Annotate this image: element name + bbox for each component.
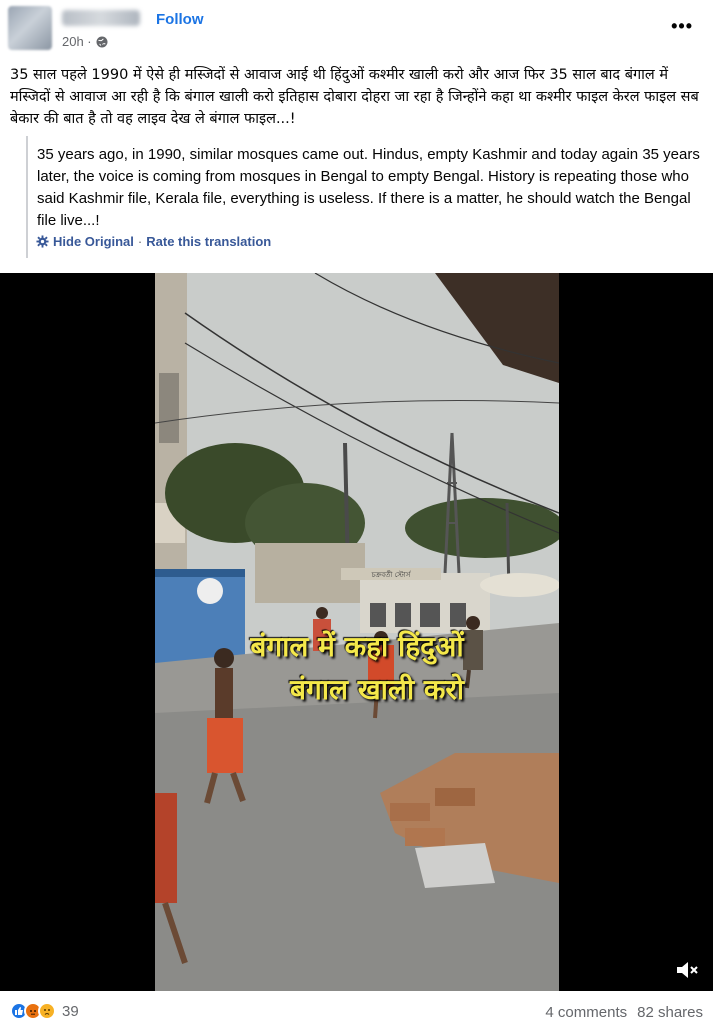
engagement-stats: 4 comments 82 shares [545,1004,703,1021]
link-separator: · [137,234,143,249]
rate-translation-link[interactable]: Rate this translation [146,234,271,249]
hide-original-link[interactable]: Hide Original [53,234,134,249]
author-name-blurred[interactable] [62,10,140,26]
post-meta: 20h · [62,34,108,49]
translation-block: 35 years ago, in 1990, similar mosques c… [26,136,706,258]
gear-icon [36,235,49,248]
reaction-summary[interactable]: 39 [10,1002,79,1020]
reaction-count: 39 [62,1002,79,1020]
video-overlay-line1: बंगाल में कहा हिंदुओं [250,630,464,663]
comments-count-link[interactable]: 4 comments [545,1004,627,1021]
post-time[interactable]: 20h · [62,34,92,49]
sad-reaction-icon [38,1002,56,1020]
speaker-muted-icon[interactable] [675,959,699,981]
avatar[interactable] [8,6,52,50]
more-options-button[interactable]: ••• [671,16,693,37]
post-footer: 39 4 comments 82 shares [0,996,713,1024]
globe-icon [96,36,108,47]
store-sign: চক্রবর্তী স্টোর্স [371,570,412,579]
shares-count-link[interactable]: 82 shares [637,1004,703,1021]
post-header: Follow 20h · ••• [0,0,713,56]
post-caption: 35 साल पहले 1990 में ऐसे ही मस्जिदों से … [10,67,699,127]
translation-links: Hide Original · Rate this translation [36,234,271,249]
translation-text: 35 years ago, in 1990, similar mosques c… [37,146,700,229]
follow-button[interactable]: Follow [156,11,204,28]
video-overlay-line2: बंगाल खाली करो [289,673,465,706]
